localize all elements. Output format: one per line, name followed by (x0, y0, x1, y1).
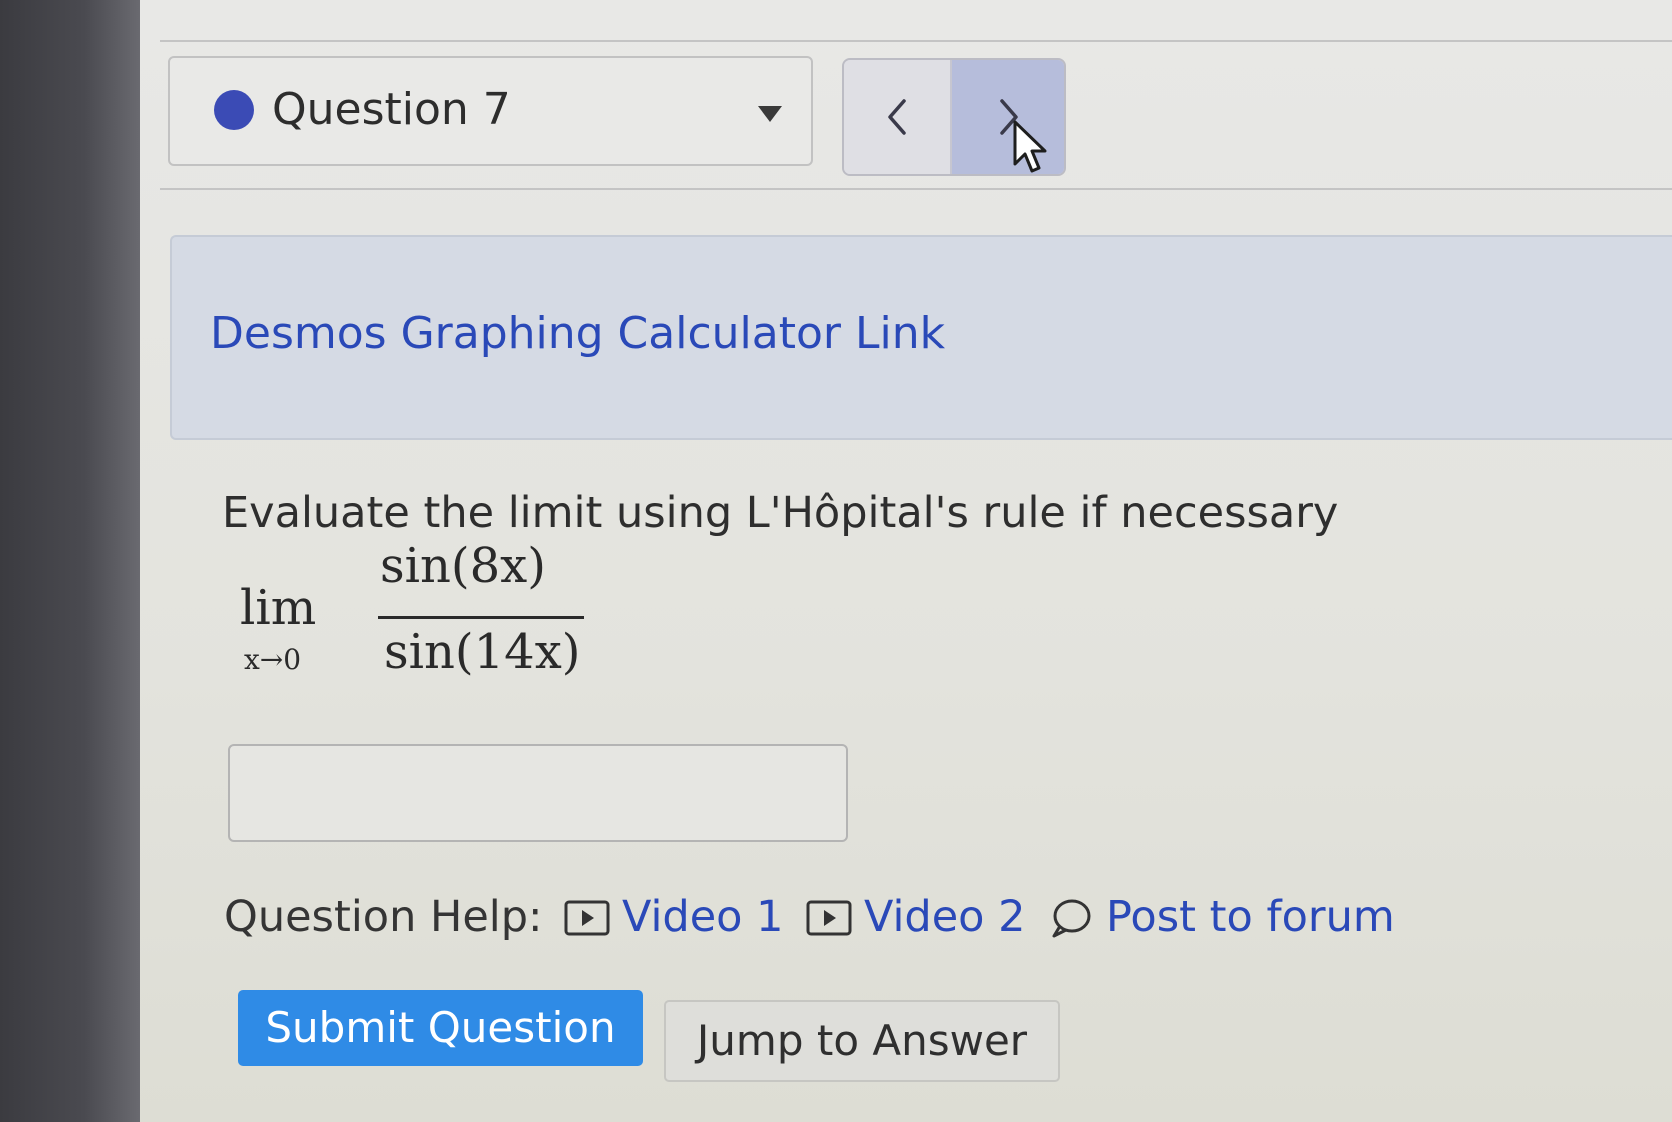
dropdown-caret-icon (758, 106, 782, 122)
question-status-dot (214, 90, 254, 130)
question-select-label: Question 7 (272, 84, 511, 135)
fraction-denominator: sin(14x) (384, 624, 581, 680)
limit-operator: lim (240, 580, 317, 636)
fraction-bar (378, 616, 584, 619)
nav-divider (160, 188, 1672, 190)
video-1-icon (564, 900, 610, 936)
question-prompt: Evaluate the limit using L'Hôpital's rul… (222, 488, 1339, 538)
video-1-link[interactable]: Video 1 (622, 890, 784, 944)
limit-expression: lim x→0 sin(8x) sin(14x) (238, 538, 598, 688)
video-2-link[interactable]: Video 2 (864, 890, 1026, 944)
jump-to-answer-button[interactable]: Jump to Answer (664, 1000, 1060, 1082)
question-help-label: Question Help: (224, 892, 543, 942)
submit-question-button[interactable]: Submit Question (238, 990, 643, 1066)
question-select[interactable]: Question 7 (168, 56, 813, 166)
post-to-forum-link[interactable]: Post to forum (1106, 890, 1395, 944)
previous-question-button[interactable] (844, 60, 952, 174)
next-question-button[interactable] (952, 60, 1064, 174)
top-divider (160, 40, 1672, 42)
fraction-numerator: sin(8x) (380, 538, 546, 594)
monitor-bezel (0, 0, 140, 1122)
speech-bubble-icon (1052, 899, 1091, 938)
video-2-icon (806, 900, 852, 936)
question-help-row: Question Help: Video 1 Video 2 Post to f… (224, 882, 1424, 952)
limit-subscript: x→0 (244, 643, 302, 676)
desmos-calculator-link[interactable]: Desmos Graphing Calculator Link (210, 307, 945, 361)
mouse-pointer-icon (1013, 120, 1047, 173)
chevron-left-icon (888, 99, 906, 135)
desmos-panel: Desmos Graphing Calculator Link (170, 235, 1672, 440)
answer-input[interactable] (228, 744, 848, 842)
